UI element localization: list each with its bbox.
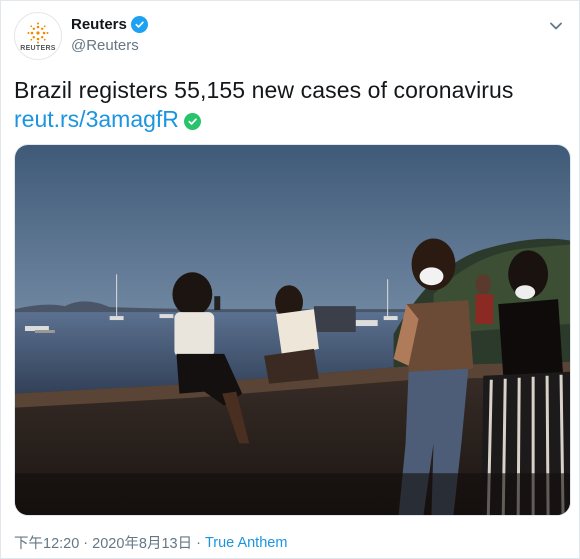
- tweet-photo[interactable]: [14, 144, 571, 516]
- verified-badge-icon: [130, 16, 148, 33]
- beach-sunset-photo: [15, 145, 570, 515]
- avatar[interactable]: REUTERS: [14, 12, 62, 60]
- separator: ·: [83, 534, 89, 551]
- check-mark-button-icon: [183, 112, 201, 130]
- tweet-source-link[interactable]: True Anthem: [205, 535, 287, 551]
- tweet-date[interactable]: 2020年8月13日: [92, 532, 192, 553]
- tweet-time[interactable]: 下午12:20: [14, 532, 79, 553]
- tweet-metadata: 下午12:20 · 2020年8月13日 · True Anthem: [14, 532, 287, 553]
- display-name[interactable]: Reuters: [71, 16, 127, 33]
- tweet-text: Brazil registers 55,155 new cases of cor…: [14, 77, 514, 103]
- reuters-logo-icon: [27, 22, 49, 44]
- tweet-link-row: reut.rs/3amagfR: [14, 106, 201, 133]
- tweet-link[interactable]: reut.rs/3amagfR: [14, 106, 179, 133]
- account-handle[interactable]: @Reuters: [71, 37, 139, 54]
- name-row: Reuters: [71, 16, 148, 33]
- chevron-down-icon: [550, 22, 562, 30]
- more-options-button[interactable]: [547, 17, 565, 35]
- separator: ·: [196, 534, 201, 551]
- tweet-card: REUTERS Reuters @Reuters Brazil register…: [0, 0, 580, 559]
- avatar-text: REUTERS: [20, 45, 56, 52]
